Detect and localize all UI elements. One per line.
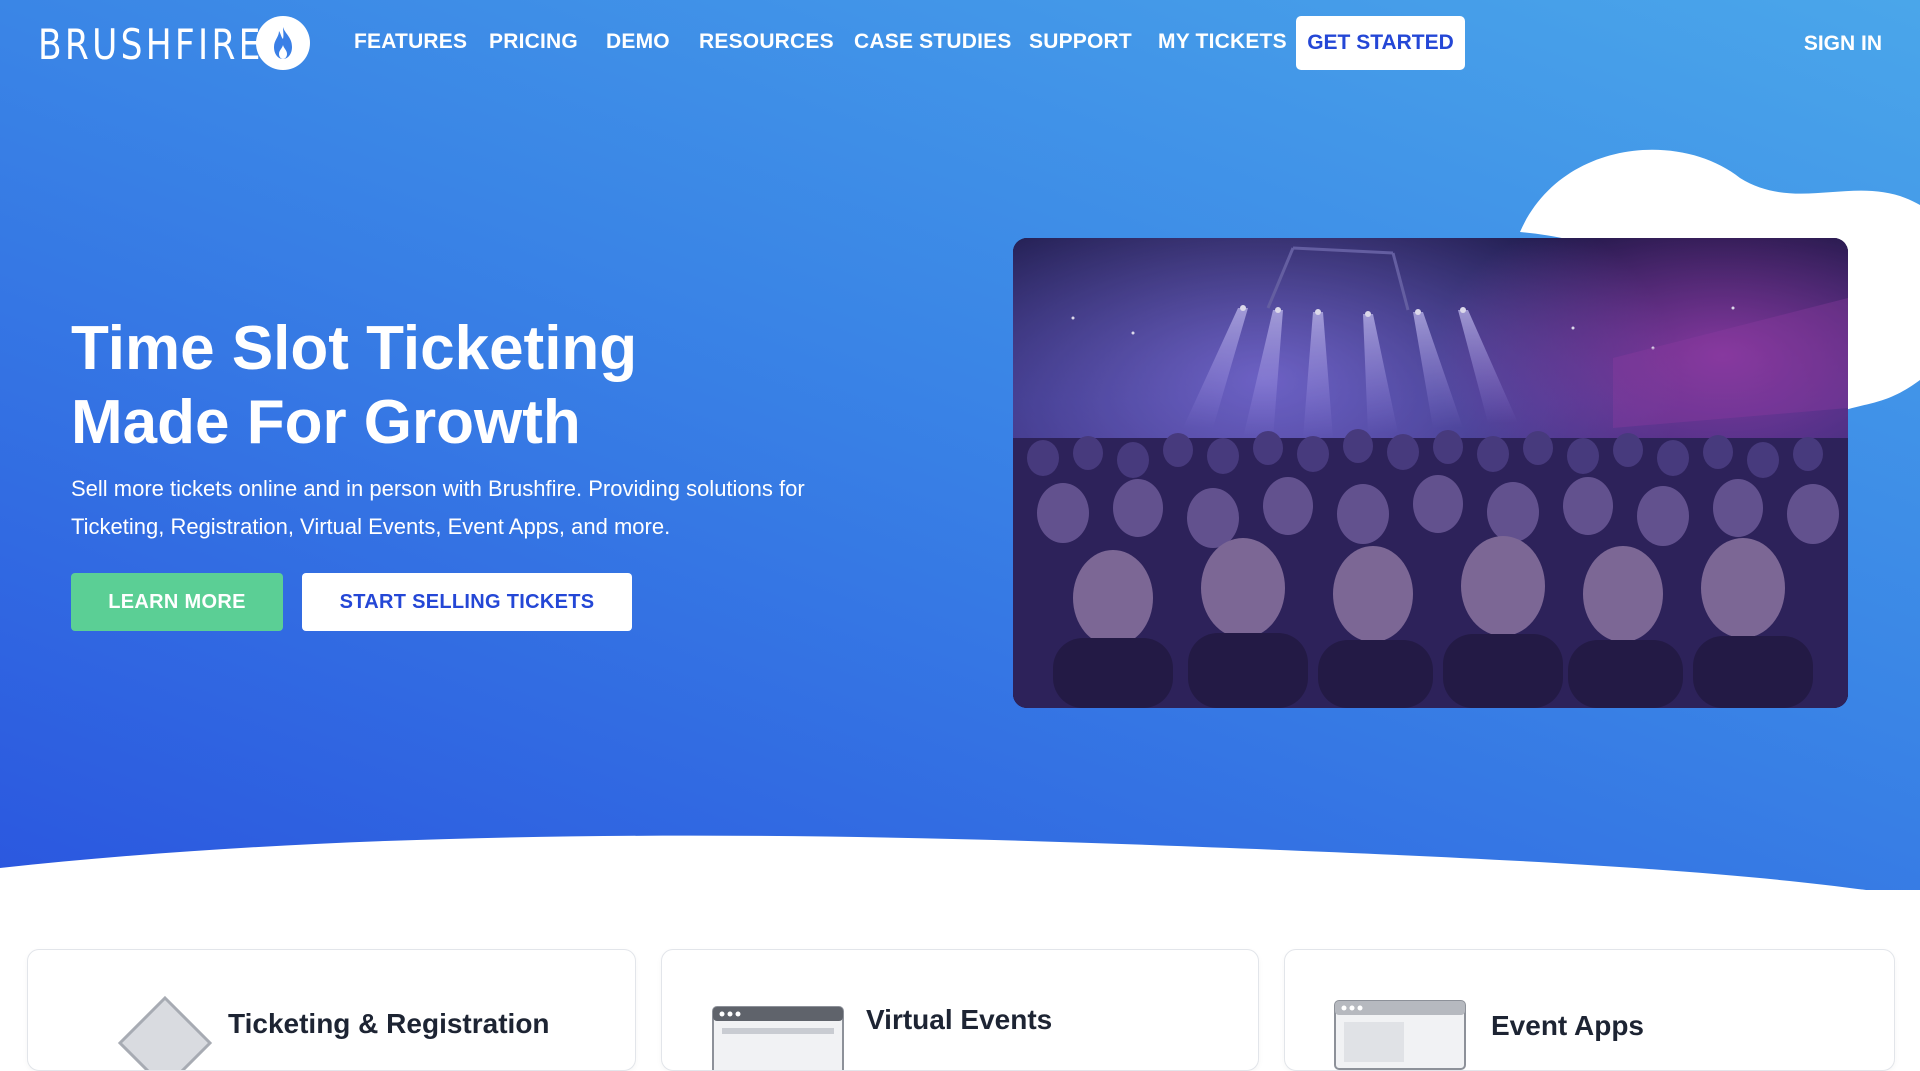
ticket-icon [117, 995, 213, 1070]
concert-crowd-image [1013, 238, 1848, 708]
nav-case-studies[interactable]: CASE STUDIES [854, 30, 1012, 54]
browser-window-icon [1334, 1000, 1466, 1070]
sign-in-link[interactable]: SIGN IN [1804, 32, 1882, 56]
hero-title-line-1: Time Slot Ticketing [71, 314, 638, 383]
card-title-event-apps: Event Apps [1491, 1010, 1644, 1041]
brand-logo[interactable]: BRUSHFIRE [38, 16, 310, 72]
nav-pricing[interactable]: PRICING [489, 30, 578, 54]
flame-icon [256, 16, 310, 70]
hero-section: BRUSHFIRE FEATURES PRICING DEMO RESOURCE… [0, 0, 1920, 890]
hero-subtitle-line-1: Sell more tickets online and in person w… [71, 476, 805, 501]
nav-features[interactable]: FEATURES [354, 30, 467, 54]
hero-subtitle-line-2: Ticketing, Registration, Virtual Events,… [71, 514, 671, 539]
card-title-virtual-events: Virtual Events [866, 1004, 1053, 1035]
brand-name: BRUSHFIRE [38, 19, 264, 69]
card-ticketing-registration[interactable]: Ticketing & Registration [27, 949, 636, 1071]
get-started-button[interactable]: GET STARTED [1296, 16, 1465, 70]
start-selling-tickets-button[interactable]: START SELLING TICKETS [302, 573, 632, 631]
browser-window-icon [712, 1006, 844, 1070]
hero-title: Time Slot Ticketing Made For Growth [71, 312, 771, 460]
card-event-apps[interactable]: Event Apps [1284, 949, 1895, 1071]
nav-my-tickets[interactable]: MY TICKETS [1158, 30, 1287, 54]
card-title-ticketing: Ticketing & Registration [228, 1008, 550, 1039]
hero-video[interactable] [1013, 238, 1848, 708]
hero-subtitle: Sell more tickets online and in person w… [71, 470, 871, 546]
hero-title-line-2: Made For Growth [71, 388, 581, 457]
nav-demo[interactable]: DEMO [606, 30, 670, 54]
learn-more-button[interactable]: LEARN MORE [71, 573, 283, 631]
nav-resources[interactable]: RESOURCES [699, 30, 834, 54]
top-navigation: BRUSHFIRE FEATURES PRICING DEMO RESOURCE… [0, 0, 1920, 86]
card-virtual-events[interactable]: Virtual Events [661, 949, 1259, 1071]
nav-support[interactable]: SUPPORT [1029, 30, 1132, 54]
